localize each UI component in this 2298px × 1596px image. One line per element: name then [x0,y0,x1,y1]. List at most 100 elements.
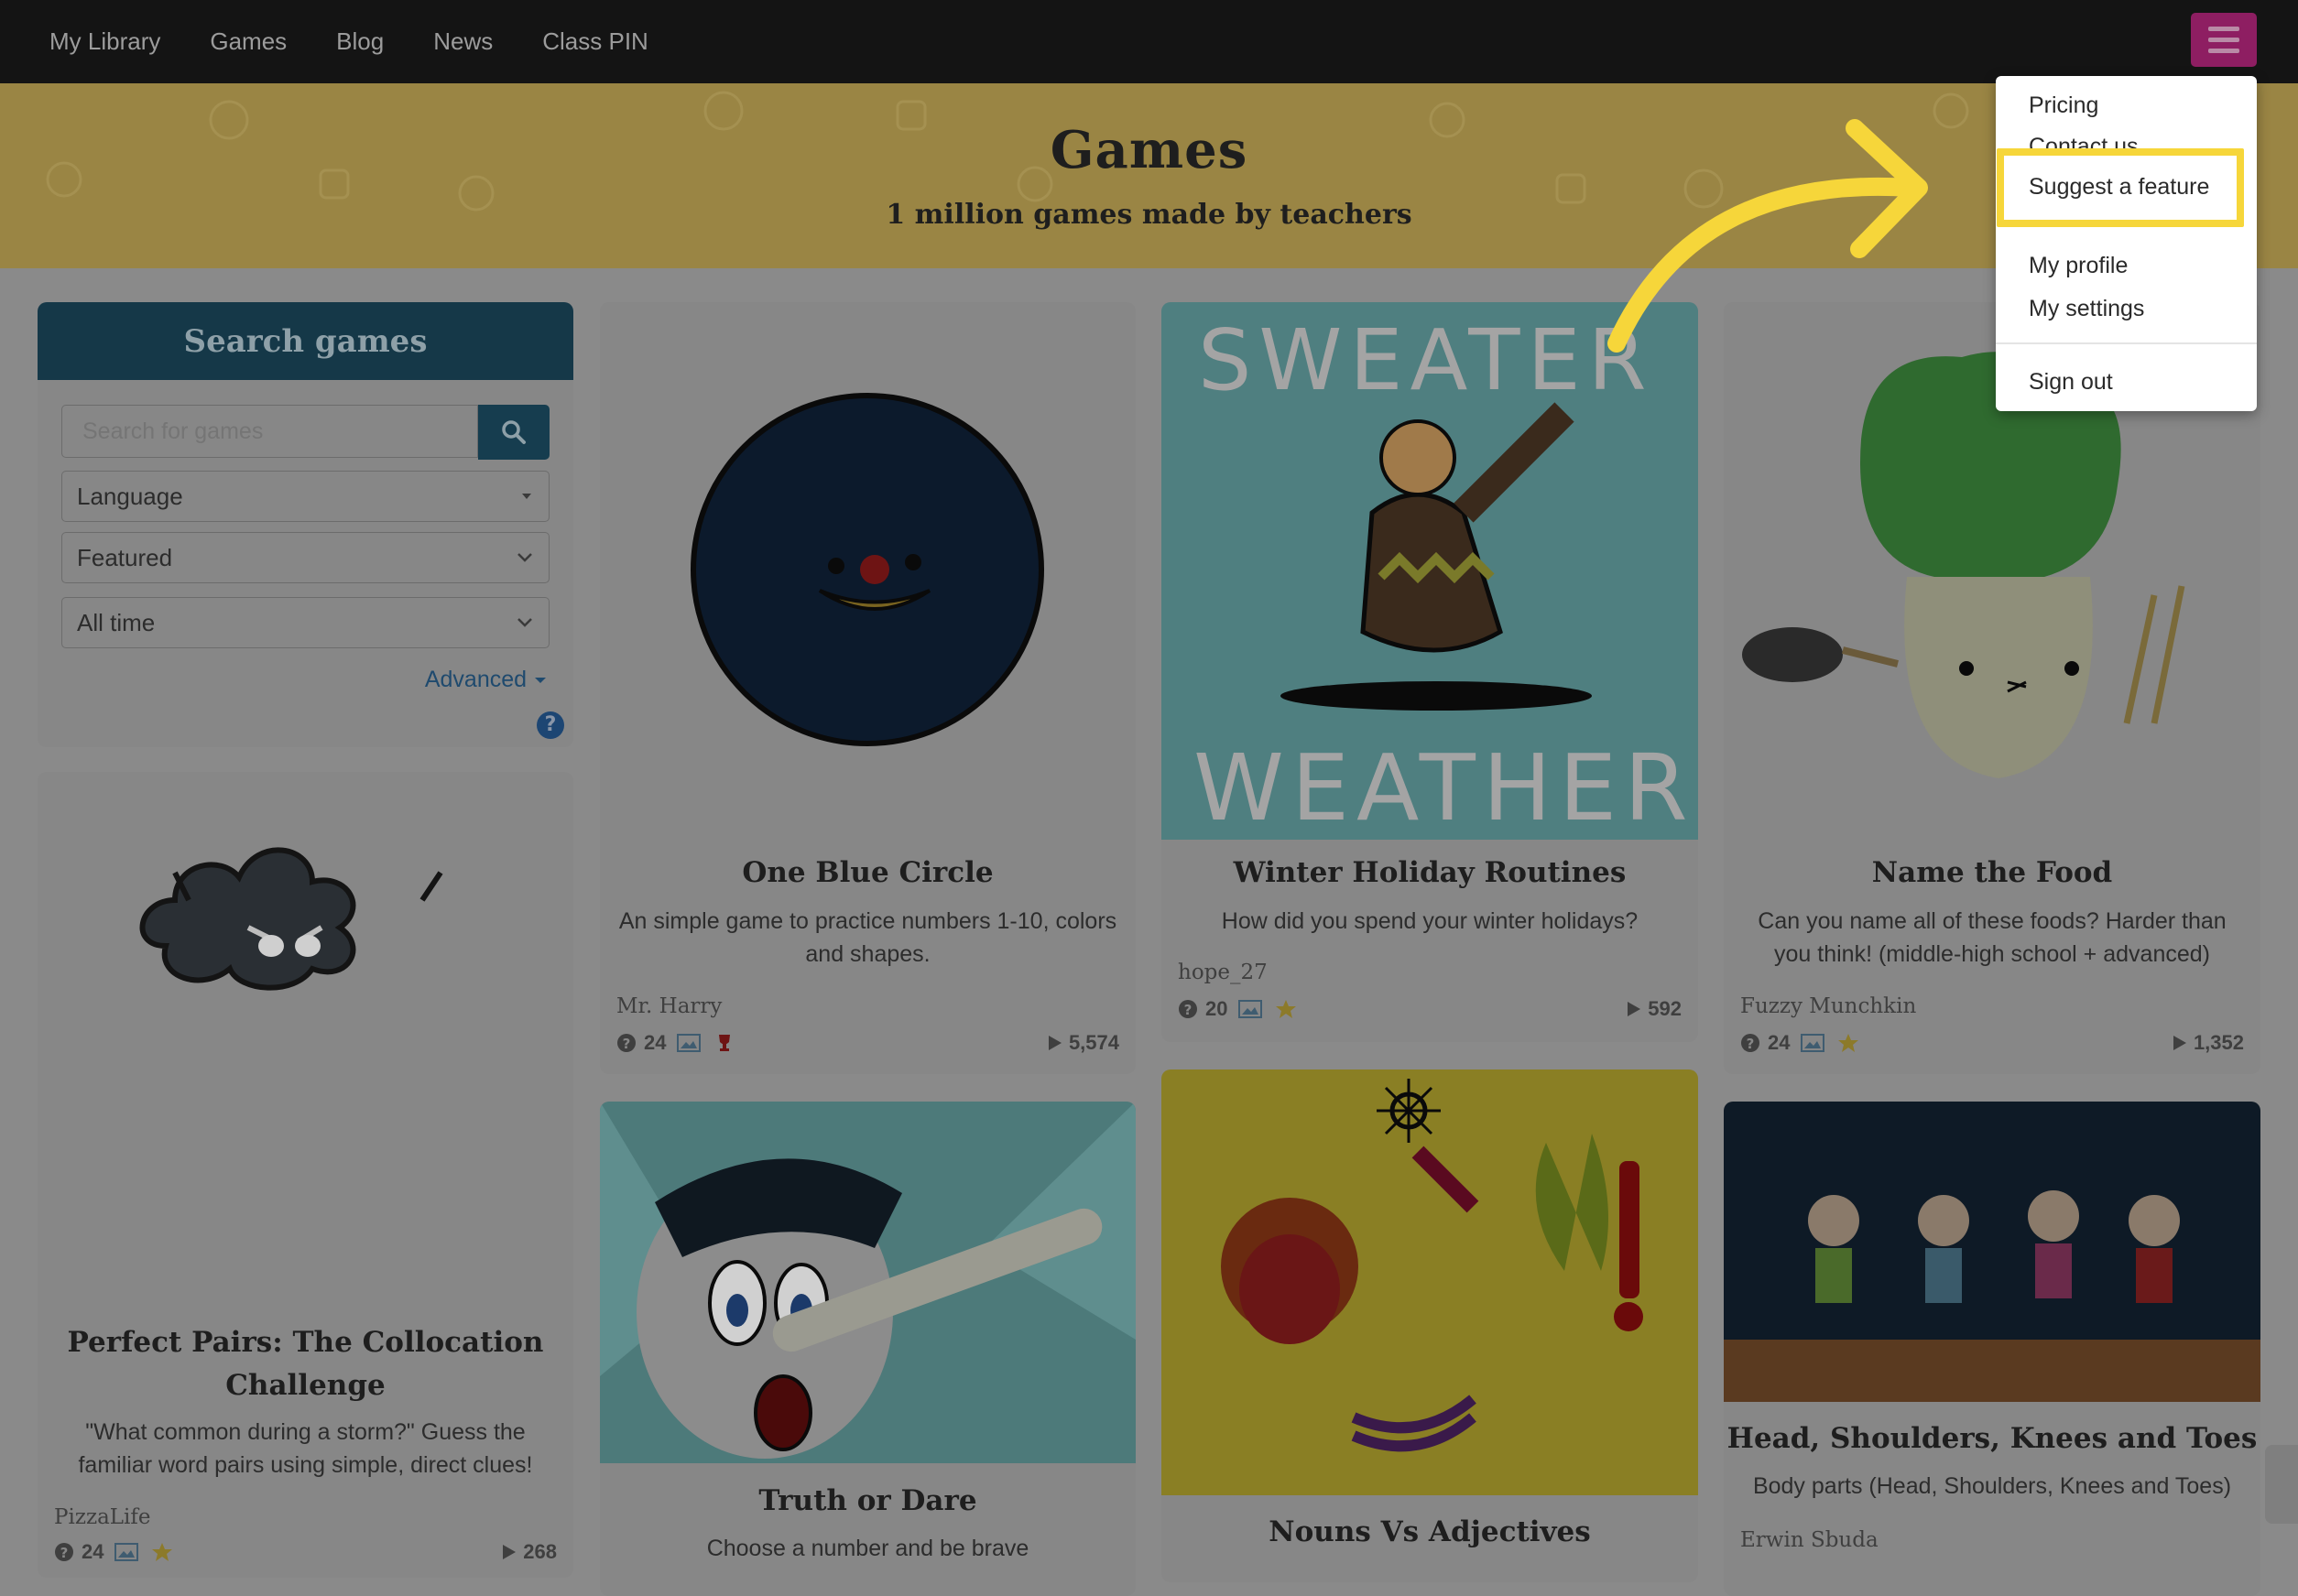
game-card-meta: ? 20 592 [1178,995,1682,1023]
advanced-search-link[interactable]: Advanced [425,667,548,693]
menu-item-sign-out[interactable]: Sign out [2029,369,2113,396]
image-icon [1801,1033,1825,1053]
game-card-author[interactable]: hope_27 [1178,961,1268,984]
search-input[interactable] [61,405,478,458]
page-subtitle: 1 million games made by teachers [886,199,1412,231]
question-count: 20 [1205,997,1228,1020]
game-card-author[interactable]: Erwin Sbuda [1740,1528,1879,1552]
play-count-group: 268 [501,1540,557,1564]
game-card-winter-holiday[interactable]: SWEATER WEATHER Winter Holiday Routines … [1161,302,1698,1042]
page-title: Games [1050,120,1248,180]
play-count-group: 5,574 [1047,1031,1119,1055]
game-card-meta: ? 24 268 [54,1538,557,1566]
game-card-author[interactable]: Fuzzy Munchkin [1740,994,1916,1018]
game-card-title[interactable]: Head, Shoulders, Knees and Toes [1724,1422,2260,1455]
play-icon [1048,1036,1062,1050]
game-card-title[interactable]: Name the Food [1724,856,2260,889]
game-card-one-blue-circle[interactable]: One Blue Circle An simple game to practi… [600,302,1136,1074]
game-card-title[interactable]: Perfect Pairs: The Collocation Challenge [38,1321,573,1407]
svg-text:WEATHER: WEATHER [1193,734,1695,840]
caret-down-icon [522,494,531,499]
menu-item-my-profile[interactable]: My profile [2029,253,2128,279]
menu-divider [1996,342,2257,344]
play-count: 1,352 [2193,1031,2244,1054]
time-select[interactable]: All time [61,597,550,648]
svg-text:?: ? [60,1545,69,1561]
game-card-description: "What common during a storm?" Guess the … [78,1419,533,1478]
svg-text:?: ? [1184,1002,1193,1018]
game-thumbnail-blue-circle [691,393,1044,746]
game-card-title[interactable]: Winter Holiday Routines [1161,856,1698,889]
star-icon [1837,1033,1859,1053]
game-card-name-the-food[interactable]: Name the Food Can you name all of these … [1724,302,2260,1074]
game-card-title[interactable]: Nouns Vs Adjectives [1161,1515,1698,1548]
game-card-description: Body parts (Head, Shoulders, Knees and T… [1752,1473,2232,1499]
play-icon [503,1545,517,1559]
nav-blog[interactable]: Blog [336,27,384,56]
game-card-description: How did you spend your winter holidays? [1221,908,1639,934]
language-select[interactable]: Language [61,471,550,522]
game-thumbnail-kids [1724,1102,2260,1402]
page-banner: Games 1 million games made by teachers [0,83,2298,268]
game-card-nouns-vs-adjectives[interactable]: Nouns Vs Adjectives [1161,1069,1698,1582]
menu-item-pricing[interactable]: Pricing [2029,92,2098,119]
play-count: 268 [523,1540,557,1563]
svg-text:?: ? [623,1036,631,1052]
chevron-down-icon [517,553,532,562]
image-icon [1238,999,1263,1019]
menu-item-my-settings[interactable]: My settings [2029,296,2144,322]
question-count-icon: ? [1740,1033,1760,1053]
star-icon [1275,999,1297,1019]
nav-news[interactable]: News [433,27,493,56]
game-card-title[interactable]: Truth or Dare [600,1484,1136,1517]
question-count-icon: ? [54,1542,74,1562]
question-count: 24 [644,1031,667,1054]
user-menu-dropdown: Pricing Contact us My profile My setting… [1996,76,2257,411]
game-card-author[interactable]: PizzaLife [54,1505,151,1529]
top-navbar: My Library Games Blog News Class PIN [0,0,2298,83]
search-button[interactable] [478,405,550,460]
play-count-group: 592 [1626,997,1682,1021]
caret-down-icon [535,678,546,683]
svg-text:SWEATER: SWEATER [1198,311,1654,409]
game-card-meta: ? 24 5,574 [616,1029,1119,1057]
side-scroll-handle[interactable] [2265,1445,2298,1524]
nav-my-library[interactable]: My Library [49,27,160,56]
play-count: 5,574 [1068,1031,1119,1054]
game-card-description: Choose a number and be brave [706,1536,1029,1561]
game-thumbnail-pinocchio [600,1102,1136,1463]
search-panel: Search games Language Featured All time … [38,302,573,747]
sort-select[interactable]: Featured [61,532,550,583]
game-thumbnail-sweater-weather: SWEATER WEATHER [1161,302,1698,840]
question-count-icon: ? [616,1033,637,1053]
game-card-title[interactable]: One Blue Circle [600,856,1136,889]
game-card-head-shoulders[interactable]: Head, Shoulders, Knees and Toes Body par… [1724,1102,2260,1596]
game-card-truth-or-dare[interactable]: Truth or Dare Choose a number and be bra… [600,1102,1136,1596]
svg-text:?: ? [1747,1036,1755,1052]
hamburger-menu-button[interactable] [2191,13,2257,67]
help-icon[interactable]: ? [537,711,564,739]
question-count-icon: ? [1178,999,1198,1019]
play-count: 592 [1648,997,1682,1020]
search-panel-heading: Search games [38,302,573,380]
nav-games[interactable]: Games [210,27,287,56]
play-count-group: 1,352 [2172,1031,2244,1055]
search-row [61,405,550,460]
game-card-perfect-pairs[interactable]: Perfect Pairs: The Collocation Challenge… [38,772,573,1578]
nav-class-pin[interactable]: Class PIN [542,27,648,56]
menu-item-suggest-feature[interactable]: Suggest a feature [2029,174,2209,201]
trophy-icon [713,1033,735,1053]
language-select-value: Language [77,482,183,510]
image-icon [114,1542,139,1562]
sort-select-value: Featured [77,543,173,571]
hamburger-icon [2208,27,2239,31]
time-select-value: All time [77,608,156,636]
game-card-meta: ? 24 1,352 [1740,1029,2244,1057]
game-thumbnail-doodles [1161,1069,1698,1495]
suggest-feature-highlight[interactable]: Suggest a feature [1997,148,2244,227]
game-card-description: An simple game to practice numbers 1-10,… [618,908,1117,967]
game-card-author[interactable]: Mr. Harry [616,994,722,1018]
image-icon [677,1033,702,1053]
star-icon [151,1542,173,1562]
question-count: 24 [1768,1031,1791,1054]
